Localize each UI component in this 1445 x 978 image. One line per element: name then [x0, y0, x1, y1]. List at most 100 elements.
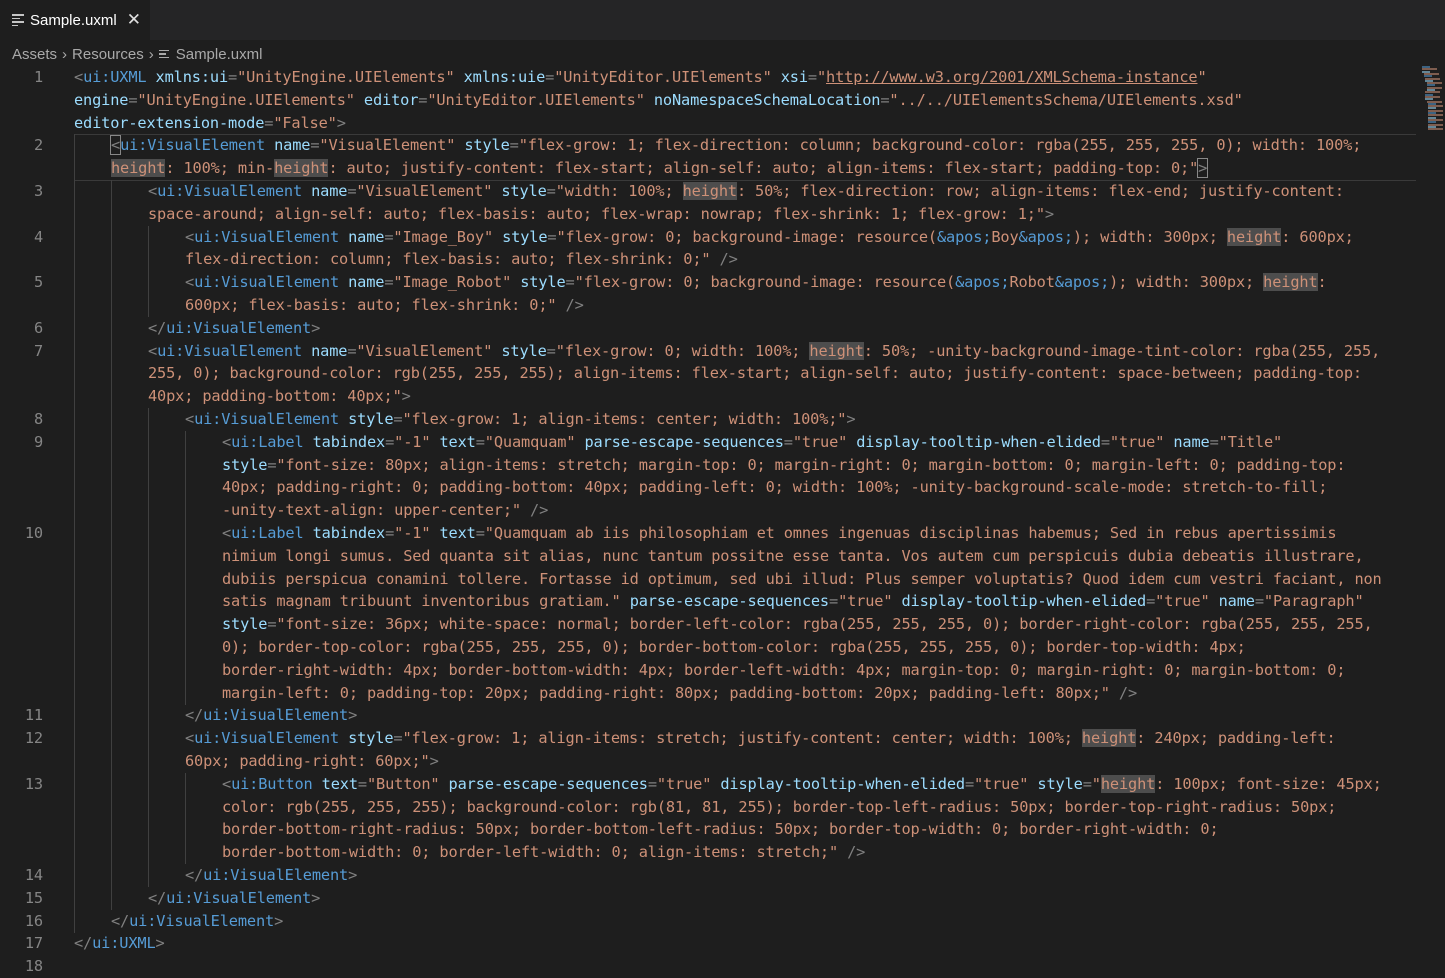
code-token: &apos;	[1018, 227, 1074, 246]
code-token: />	[1109, 683, 1138, 702]
minimap[interactable]	[1422, 66, 1445, 136]
breadcrumb-item-file[interactable]: Sample.uxml	[176, 46, 263, 63]
code-text: <ui:VisualElement style="flex-grow: 1; a…	[185, 727, 1336, 750]
line-number: 10	[24, 524, 43, 542]
code-token: parse-escape-sequences	[629, 592, 829, 611]
code-token: "	[816, 68, 827, 86]
indent-guide	[111, 225, 112, 249]
code-token: ui:UXML	[83, 68, 147, 86]
indent-guide	[74, 362, 75, 386]
code-token: ui:VisualElement	[166, 888, 312, 907]
code-token: name	[311, 341, 348, 360]
code-token: noNamespaceSchemaLocation	[653, 90, 881, 109]
code-token: </	[148, 888, 167, 907]
code-text: </ui:VisualElement>	[148, 887, 320, 910]
code-token: flex-direction: column; flex-basis: auto…	[185, 250, 711, 269]
code-token: 0); border-top-color: rgba(255, 255, 255…	[222, 638, 1246, 656]
line-number: 5	[33, 273, 43, 292]
code-token: "flex-grow: 1; align-items: center; widt…	[402, 410, 847, 428]
indent-guide	[74, 795, 75, 819]
code-token: "	[1197, 68, 1207, 86]
code-token: <	[222, 524, 232, 542]
code-token: http://www.w3.org/2001/XMLSchema-instanc…	[826, 68, 1198, 86]
editor-tab[interactable]: Sample.uxml ✕	[0, 0, 150, 40]
indent-guide	[111, 590, 112, 614]
code-token: dubiis perspicua conamini tollere. Forta…	[222, 569, 1382, 588]
code-token: =	[509, 136, 519, 155]
tab-bar: Sample.uxml ✕	[0, 0, 1445, 40]
code-editor[interactable]: 1 <ui:UXML xmlns:ui="UnityEngine.UIElemen…	[0, 66, 1420, 975]
indent-guide	[111, 567, 112, 591]
code-token: : 600px;	[1281, 227, 1354, 246]
indent-guide	[111, 522, 112, 546]
indent-guide	[74, 180, 75, 204]
code-token: style	[222, 615, 268, 634]
code-text: <ui:VisualElement name = "Image_Robot" sty…	[185, 271, 1327, 294]
code-token: &apos;	[1054, 273, 1110, 292]
indent-guide	[148, 271, 149, 295]
code-token: <	[222, 432, 232, 451]
code-token: style	[501, 182, 547, 200]
code-token: <	[74, 68, 84, 86]
code-token: />	[556, 296, 584, 314]
code-token: >	[429, 752, 439, 770]
indent-guide	[111, 681, 112, 705]
indent-guide	[148, 727, 149, 751]
code-text: -unity-text-align: upper-center;" />	[222, 499, 548, 522]
line-number: 8	[33, 410, 43, 428]
code-text: style="font-size: 80px; align-items: str…	[222, 454, 1346, 477]
close-icon[interactable]: ✕	[127, 10, 141, 30]
indent-guide	[74, 750, 75, 774]
code-token: "font-size: 80px; align-items: stretch; …	[276, 455, 1346, 474]
code-token: >	[311, 888, 321, 907]
indent-guide	[185, 772, 186, 797]
code-text: </ui:VisualElement>	[185, 864, 357, 887]
code-text: 40px; padding-right: 0; padding-bottom: …	[222, 476, 1327, 499]
code-token: "-1"	[394, 432, 431, 451]
code-token: ui:VisualElement	[157, 182, 303, 200]
code-token: <	[185, 227, 195, 246]
code-token: =	[1100, 432, 1110, 451]
code-token: "flex-grow: 0; background-image: resourc…	[556, 227, 937, 246]
indent-guide	[74, 772, 75, 797]
line-number: 16	[24, 911, 43, 930]
code-token: =	[385, 524, 395, 542]
code-token: >	[155, 934, 165, 953]
breadcrumb-item-assets[interactable]: Assets	[12, 46, 57, 63]
indent-guide	[111, 271, 112, 295]
code-token: "Title"	[1218, 432, 1283, 451]
indent-guide	[148, 225, 149, 249]
indent-guide	[74, 886, 75, 911]
code-text: <ui:UXML xmlns:ui="UnityEngine.UIElement…	[74, 66, 1207, 89]
code-token: =	[1146, 592, 1156, 611]
indent-guide	[148, 499, 149, 523]
code-token: =	[565, 273, 575, 292]
code-token: =	[546, 341, 556, 360]
code-token: ); width: 300px;	[1072, 227, 1227, 246]
indent-guide	[74, 704, 75, 728]
code-token: "true"	[974, 774, 1029, 793]
code-token: editor-extension-mode	[74, 113, 265, 132]
indent-guide	[111, 658, 112, 683]
code-token: "flex-grow: 0; background-image: resourc…	[574, 273, 956, 292]
code-token: tabindex	[312, 524, 386, 542]
indent-guide	[111, 248, 112, 272]
code-token: <	[222, 774, 232, 793]
code-token: editor	[363, 90, 419, 109]
indent-guide	[148, 772, 149, 797]
indent-guide	[74, 430, 75, 455]
code-token: />	[838, 843, 866, 862]
breadcrumb-item-resources[interactable]: Resources	[72, 46, 144, 63]
code-text: </ui:UXML>	[74, 932, 165, 955]
code-token: "Paragraph"	[1263, 592, 1364, 611]
line-number: 11	[24, 706, 43, 725]
indent-guide	[111, 772, 112, 797]
indent-guide	[111, 316, 112, 341]
